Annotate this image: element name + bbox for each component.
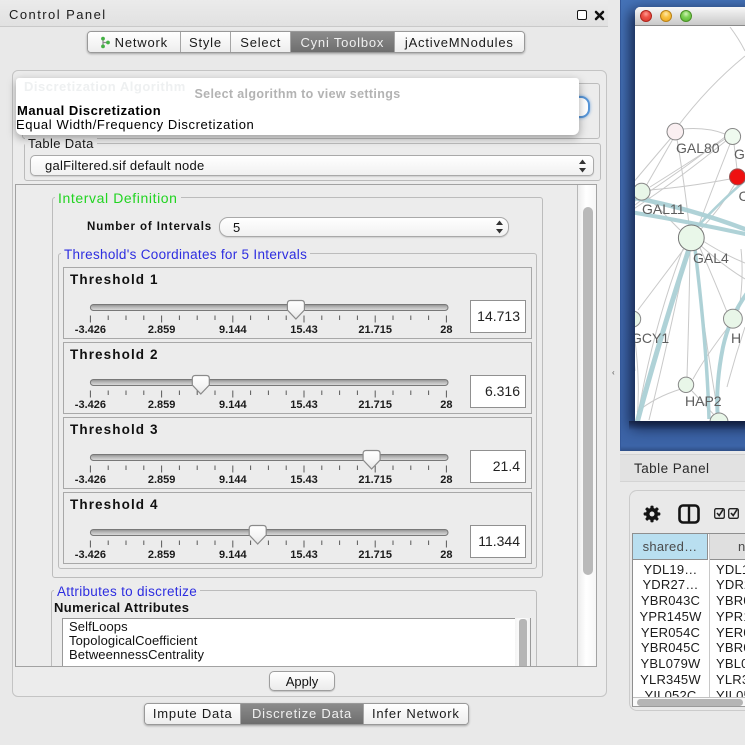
svg-text:2.859: 2.859 xyxy=(148,324,176,336)
svg-text:GAL4: GAL4 xyxy=(693,250,729,266)
svg-text:15.43: 15.43 xyxy=(290,549,318,561)
svg-text:GCY1: GCY1 xyxy=(635,330,669,346)
svg-text:15.43: 15.43 xyxy=(290,324,318,336)
svg-text:9.144: 9.144 xyxy=(219,399,247,411)
svg-text:C: C xyxy=(739,188,745,204)
svg-text:9.144: 9.144 xyxy=(219,549,247,561)
svg-text:28: 28 xyxy=(440,474,452,486)
svg-text:H: H xyxy=(731,330,741,346)
svg-text:21.715: 21.715 xyxy=(358,324,392,336)
svg-text:9.144: 9.144 xyxy=(219,324,247,336)
svg-text:GAL80: GAL80 xyxy=(676,140,720,156)
svg-text:G.: G. xyxy=(734,146,745,162)
svg-text:GAL11: GAL11 xyxy=(642,201,685,217)
svg-text:-3.426: -3.426 xyxy=(75,399,106,411)
svg-text:21.715: 21.715 xyxy=(358,549,392,561)
svg-text:15.43: 15.43 xyxy=(290,399,318,411)
svg-text:9.144: 9.144 xyxy=(219,474,247,486)
svg-text:2.859: 2.859 xyxy=(148,474,176,486)
svg-text:-3.426: -3.426 xyxy=(75,474,106,486)
svg-text:21.715: 21.715 xyxy=(358,399,392,411)
svg-text:HAP2: HAP2 xyxy=(685,393,722,409)
svg-text:-3.426: -3.426 xyxy=(75,549,106,561)
svg-text:28: 28 xyxy=(440,399,452,411)
svg-text:2.859: 2.859 xyxy=(148,549,176,561)
svg-text:28: 28 xyxy=(440,549,452,561)
svg-text:21.715: 21.715 xyxy=(358,474,392,486)
svg-text:15.43: 15.43 xyxy=(290,474,318,486)
svg-text:28: 28 xyxy=(440,324,452,336)
svg-text:2.859: 2.859 xyxy=(148,399,176,411)
svg-text:-3.426: -3.426 xyxy=(75,324,106,336)
